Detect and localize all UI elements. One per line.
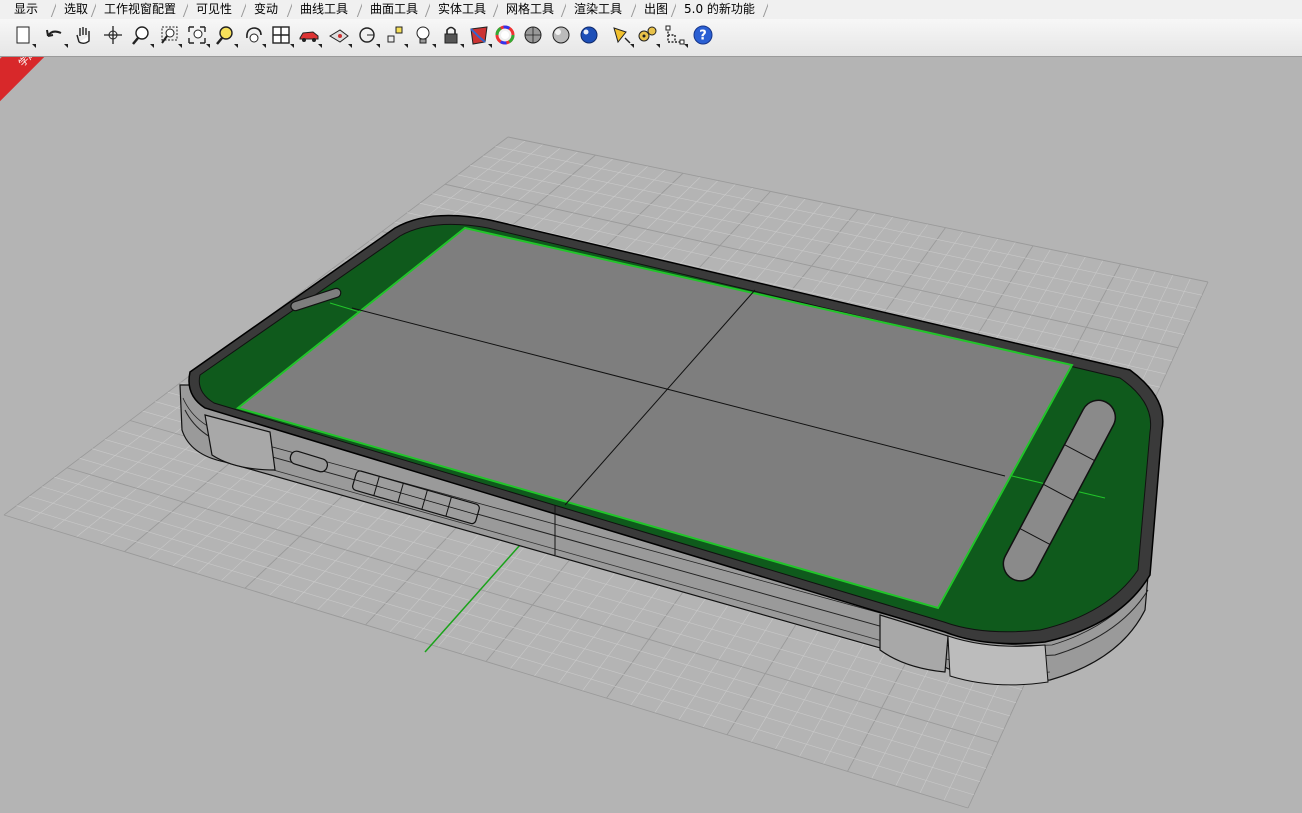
dropdown-indicator[interactable] <box>206 44 210 48</box>
viewport-scene[interactable] <box>0 57 1302 813</box>
tab-10[interactable]: 出图 <box>634 1 674 18</box>
zoom-extents-icon-glyph <box>188 26 206 44</box>
zoom-icon-glyph <box>132 26 149 45</box>
color-wheel-icon-glyph <box>495 25 515 45</box>
hide-icon-glyph <box>329 29 349 43</box>
shaded-sphere-icon-glyph <box>524 26 542 44</box>
tab-0[interactable]: 显示 <box>4 1 44 18</box>
pan-hand-icon[interactable] <box>70 22 96 48</box>
dropdown-indicator[interactable] <box>348 44 352 48</box>
zoom-window-icon[interactable] <box>156 22 182 48</box>
dropdown-indicator[interactable] <box>684 44 688 48</box>
rotate-view-icon-glyph <box>104 26 122 44</box>
rendered-sphere-icon-glyph <box>552 26 570 44</box>
dropdown-indicator[interactable] <box>318 44 322 48</box>
undo-view-icon[interactable] <box>240 22 266 48</box>
tab-7[interactable]: 实体工具 <box>428 1 492 18</box>
point-icon[interactable] <box>382 22 408 48</box>
zoom-selected-icon[interactable] <box>212 22 238 48</box>
pencil-icon[interactable] <box>608 22 634 48</box>
dropdown-indicator[interactable] <box>432 44 436 48</box>
dimension-icon-glyph <box>665 25 685 45</box>
options-gear-icon[interactable] <box>634 22 660 48</box>
undo-view-icon-glyph <box>246 27 262 43</box>
light-bulb-icon-glyph <box>416 26 430 44</box>
material-icon-glyph <box>470 26 488 45</box>
new-document-icon-glyph <box>16 26 30 44</box>
four-viewports-icon[interactable] <box>268 22 294 48</box>
lock-icon[interactable] <box>438 22 464 48</box>
phone-model[interactable] <box>179 214 1164 686</box>
help-icon-glyph: ? <box>693 25 713 45</box>
ribbon-tab-bar: 显示 选取 工作视窗配置 可见性 变动 曲线工具 曲面工具 实体工具 网格工具 渲染工具 出图 5.0… <box>0 0 1302 20</box>
shaded-sphere-icon[interactable] <box>520 22 546 48</box>
main-toolbar: ? <box>0 19 1302 57</box>
options-gear-icon-glyph <box>638 26 657 42</box>
pan-hand-icon-glyph <box>76 27 90 44</box>
dropdown-indicator[interactable] <box>656 44 660 48</box>
zoom-icon[interactable] <box>128 22 154 48</box>
dropdown-indicator[interactable] <box>290 44 294 48</box>
help-icon[interactable]: ? <box>690 22 716 48</box>
point-icon-glyph <box>387 26 403 43</box>
tab-8[interactable]: 网格工具 <box>496 1 560 18</box>
zoom-selected-icon-glyph <box>216 26 233 45</box>
tab-6[interactable]: 曲面工具 <box>360 1 424 18</box>
tab-11[interactable]: 5.0 的新功能 <box>674 1 761 18</box>
circle-icon-glyph <box>359 27 375 43</box>
tab-4[interactable]: 变动 <box>244 1 284 18</box>
blue-sphere-icon-glyph <box>580 26 598 44</box>
zoom-extents-icon[interactable] <box>184 22 210 48</box>
car-render-icon-glyph <box>299 31 319 42</box>
dropdown-indicator[interactable] <box>460 44 464 48</box>
color-wheel-icon[interactable] <box>492 22 518 48</box>
dropdown-indicator[interactable] <box>64 44 68 48</box>
dropdown-indicator[interactable] <box>234 44 238 48</box>
tab-1[interactable]: 选取 <box>54 1 94 18</box>
tab-3[interactable]: 可见性 <box>186 1 238 18</box>
tab-separator <box>762 3 768 17</box>
four-viewports-icon-glyph <box>272 26 290 44</box>
hide-icon[interactable] <box>326 22 352 48</box>
tab-2[interactable]: 工作视窗配置 <box>94 1 182 18</box>
tab-9[interactable]: 渲染工具 <box>564 1 628 18</box>
circle-icon[interactable] <box>354 22 380 48</box>
dropdown-indicator[interactable] <box>178 44 182 48</box>
undo-icon[interactable] <box>42 22 68 48</box>
rendered-sphere-icon[interactable] <box>548 22 574 48</box>
y-axis-line <box>424 544 521 653</box>
dimension-icon[interactable] <box>662 22 688 48</box>
car-render-icon[interactable] <box>296 22 322 48</box>
dropdown-indicator[interactable] <box>150 44 154 48</box>
blue-sphere-icon[interactable] <box>576 22 602 48</box>
material-icon[interactable] <box>466 22 492 48</box>
zoom-window-icon-glyph <box>161 26 178 44</box>
lock-icon-glyph <box>444 26 458 44</box>
light-bulb-icon[interactable] <box>410 22 436 48</box>
tab-5[interactable]: 曲线工具 <box>290 1 354 18</box>
dropdown-indicator[interactable] <box>376 44 380 48</box>
new-document-icon[interactable] <box>10 22 36 48</box>
svg-text:?: ? <box>699 29 707 44</box>
dropdown-indicator[interactable] <box>262 44 266 48</box>
rotate-view-icon[interactable] <box>100 22 126 48</box>
undo-icon-glyph <box>46 29 62 37</box>
dropdown-indicator[interactable] <box>404 44 408 48</box>
dropdown-indicator[interactable] <box>32 44 36 48</box>
perspective-viewport[interactable]: xuexiniu 学犀牛中文网 <box>0 57 1302 813</box>
pencil-icon-glyph <box>613 27 631 44</box>
